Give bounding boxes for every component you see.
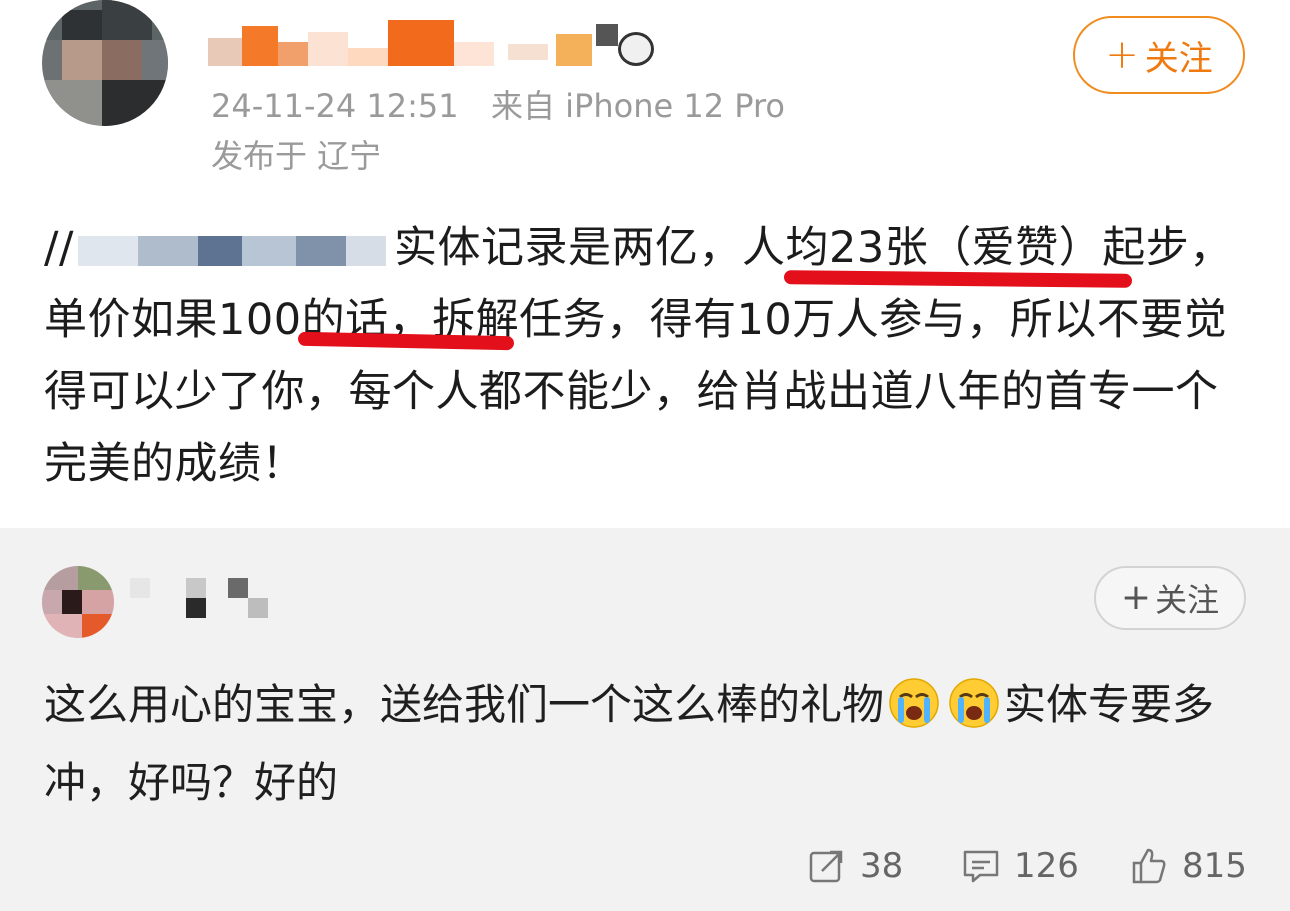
commenter-name-obscured[interactable] <box>130 578 280 618</box>
thumbs-up-icon <box>1132 848 1166 884</box>
follow-button-label: 关注 <box>1144 38 1213 79</box>
like-action[interactable]: 815 <box>1130 844 1247 888</box>
comment-action[interactable]: 126 <box>962 844 1079 888</box>
mention-obscured[interactable] <box>74 230 394 268</box>
repost-action[interactable]: 38 <box>808 844 903 888</box>
crying-emoji-icon <box>889 678 939 728</box>
author-name-obscured[interactable] <box>208 20 668 72</box>
plus-icon: + <box>1120 577 1152 618</box>
repost-count: 38 <box>860 846 904 886</box>
comment-count: 126 <box>1014 846 1079 886</box>
post-source: 来自 iPhone 12 Pro <box>490 87 786 125</box>
post-location: 发布于 辽宁 <box>211 137 382 175</box>
post-timestamp: 24-11-24 12:51 <box>211 87 459 125</box>
post-text-part-a: 实体记录是两亿， <box>393 223 742 273</box>
post-timestamp-source: 24-11-24 12:51 来自 iPhone 12 Pro <box>211 86 785 126</box>
comment-icon <box>963 850 999 883</box>
post-text-underlined-1: 人均23张（爱赞） <box>741 223 1103 273</box>
follow-button[interactable]: + 关注 <box>1073 16 1245 94</box>
comment-body: 这么用心的宝宝，送给我们一个这么棒的礼物 实体专要多冲，好吗？好的 <box>44 666 1254 822</box>
commenter-avatar[interactable] <box>42 566 114 638</box>
weibo-post: 24-11-24 12:51 来自 iPhone 12 Pro 发布于 辽宁 +… <box>0 0 1290 528</box>
post-body: //实体记录是两亿，人均23张（爱赞）起步，单价如果100的话，拆解任务，得有1… <box>44 212 1254 500</box>
comment-card: + 关注 这么用心的宝宝，送给我们一个这么棒的礼物 实体专要多冲，好吗？好的 3… <box>0 528 1290 911</box>
comment-follow-label: 关注 <box>1155 581 1220 619</box>
comment-follow-button[interactable]: + 关注 <box>1094 566 1246 630</box>
like-count: 815 <box>1182 846 1247 886</box>
repost-prefix: // <box>44 223 74 273</box>
repost-icon <box>809 850 843 883</box>
plus-icon: + <box>1105 32 1139 78</box>
author-avatar[interactable] <box>42 0 168 126</box>
comment-text-part-a: 这么用心的宝宝，送给我们一个这么棒的礼物 <box>44 680 885 729</box>
crying-emoji-icon <box>949 678 999 728</box>
